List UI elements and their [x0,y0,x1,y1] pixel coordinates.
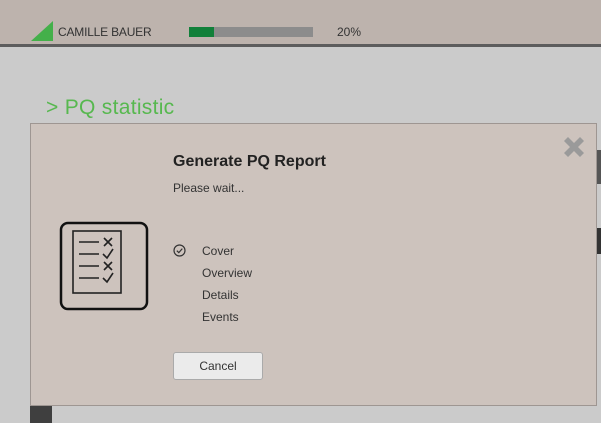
dialog-status-text: Please wait... [173,181,245,195]
page-title: > PQ statistic [46,96,175,119]
step-label-overview: Overview [202,266,253,280]
cancel-button[interactable]: Cancel [173,352,263,380]
generate-report-dialog: Generate PQ Report Please wait... Cover … [30,123,597,406]
step-label-events: Events [202,310,239,324]
background-element [597,150,601,184]
background-element [30,405,52,423]
progress-percent: 20% [337,25,362,39]
check-circle-icon [173,244,186,257]
brand-name: CAMILLE BAUER [58,25,152,39]
dialog-title: Generate PQ Report [173,153,326,170]
progress-bar-fill [189,27,214,37]
checklist-document-icon [59,221,149,311]
app-header: CAMILLE BAUER 20% [0,0,601,44]
progress-bar [189,27,313,37]
background-element [597,228,601,254]
close-icon[interactable] [561,134,587,160]
camille-bauer-logo-icon [31,21,53,41]
step-label-details: Details [202,288,239,302]
step-label-cover: Cover [202,244,235,258]
